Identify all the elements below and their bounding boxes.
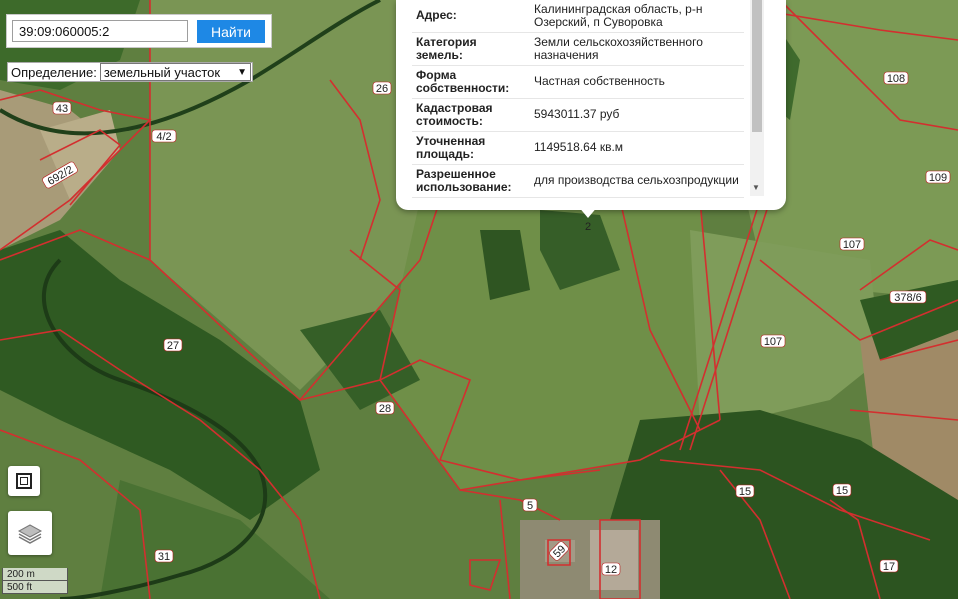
svg-text:31: 31 xyxy=(158,551,170,563)
find-button[interactable]: Найти xyxy=(197,20,265,43)
plot-label-109: 109 xyxy=(925,170,951,184)
info-row-area: Уточненная площадь: 1149518.64 кв.м xyxy=(412,131,744,165)
parcel-info-table: Адрес: Калининградская область, р-н Озер… xyxy=(412,0,744,198)
svg-text:378/6: 378/6 xyxy=(894,292,922,304)
definition-selected-value: земельный участок xyxy=(103,64,221,80)
plot-label-15-b: 15 xyxy=(832,483,852,497)
info-row-cost: Кадастровая стоимость: 5943011.37 руб xyxy=(412,98,744,132)
info-row-address: Адрес: Калининградская область, р-н Озер… xyxy=(412,0,744,33)
svg-text:109: 109 xyxy=(929,172,947,184)
cadastral-number-input[interactable] xyxy=(12,20,188,42)
search-panel: Найти xyxy=(6,14,272,48)
info-key: Форма собственности: xyxy=(412,65,530,99)
info-row-ownership: Форма собственности: Частная собственнос… xyxy=(412,65,744,99)
info-value: Калининградская область, р-н Озерский, п… xyxy=(530,0,744,33)
svg-text:15: 15 xyxy=(739,486,751,498)
plot-label-2: 2 xyxy=(585,221,591,233)
plot-label-107-b: 107 xyxy=(760,334,786,348)
info-value: 1149518.64 кв.м xyxy=(530,131,744,165)
plot-label-15-a: 15 xyxy=(735,484,755,498)
plot-label-5: 5 xyxy=(522,498,538,512)
definition-label: Определение: xyxy=(11,64,97,80)
svg-text:107: 107 xyxy=(764,336,782,348)
info-key: Кадастровая стоимость: xyxy=(412,98,530,132)
map-scale: 200 m 500 ft xyxy=(2,568,68,594)
svg-text:26: 26 xyxy=(376,83,388,95)
layers-button[interactable] xyxy=(8,511,52,555)
scroll-down-arrow-icon[interactable]: ▼ xyxy=(752,183,760,192)
info-key: Адрес: xyxy=(412,0,530,33)
popup-scrollbar[interactable]: ▼ xyxy=(750,0,764,196)
info-key: Разрешенное использование: xyxy=(412,164,530,198)
svg-text:4/2: 4/2 xyxy=(156,131,171,143)
chevron-down-icon: ▼ xyxy=(237,66,247,78)
plot-label-31: 31 xyxy=(154,549,174,563)
svg-text:28: 28 xyxy=(379,403,391,415)
info-key: Уточненная площадь: xyxy=(412,131,530,165)
plot-label-28: 28 xyxy=(375,401,395,415)
fullscreen-icon xyxy=(16,473,32,489)
fullscreen-button[interactable] xyxy=(8,466,40,496)
plot-label-17: 17 xyxy=(879,559,899,573)
plot-label-43: 43 xyxy=(52,101,72,115)
info-value: для производства сельхозпродукции xyxy=(530,164,744,198)
svg-text:12: 12 xyxy=(605,564,617,576)
layers-icon xyxy=(17,524,43,544)
info-row-permitted-use: Разрешенное использование: для производс… xyxy=(412,164,744,198)
scale-metric: 200 m xyxy=(2,568,68,581)
scale-imperial: 500 ft xyxy=(2,581,68,594)
svg-text:108: 108 xyxy=(887,73,905,85)
svg-text:5: 5 xyxy=(527,500,533,512)
plot-label-108: 108 xyxy=(883,71,909,85)
svg-text:15: 15 xyxy=(836,485,848,497)
info-value: 5943011.37 руб xyxy=(530,98,744,132)
plot-label-27: 27 xyxy=(163,338,183,352)
info-row-category: Категория земель: Земли сельскохозяйстве… xyxy=(412,32,744,66)
plot-label-26: 26 xyxy=(372,81,392,95)
popup-scrollbar-thumb[interactable] xyxy=(752,0,762,132)
svg-text:107: 107 xyxy=(843,239,861,251)
svg-text:43: 43 xyxy=(56,103,68,115)
info-value: Земли сельскохозяйственного назначения xyxy=(530,32,744,66)
parcel-info-popup: Адрес: Калининградская область, р-н Озер… xyxy=(396,0,786,210)
definition-select[interactable]: земельный участок ▼ xyxy=(99,63,251,81)
definition-panel: Определение: земельный участок ▼ xyxy=(7,62,253,82)
svg-text:27: 27 xyxy=(167,340,179,352)
plot-label-12: 12 xyxy=(601,562,621,576)
info-value: Частная собственность xyxy=(530,65,744,99)
plot-label-107-a: 107 xyxy=(839,237,865,251)
plot-label-4-2: 4/2 xyxy=(151,129,177,143)
info-key: Категория земель: xyxy=(412,32,530,66)
svg-text:2: 2 xyxy=(585,221,591,233)
plot-label-378-6: 378/6 xyxy=(889,290,927,304)
popup-pointer xyxy=(578,206,598,218)
svg-text:17: 17 xyxy=(883,561,895,573)
